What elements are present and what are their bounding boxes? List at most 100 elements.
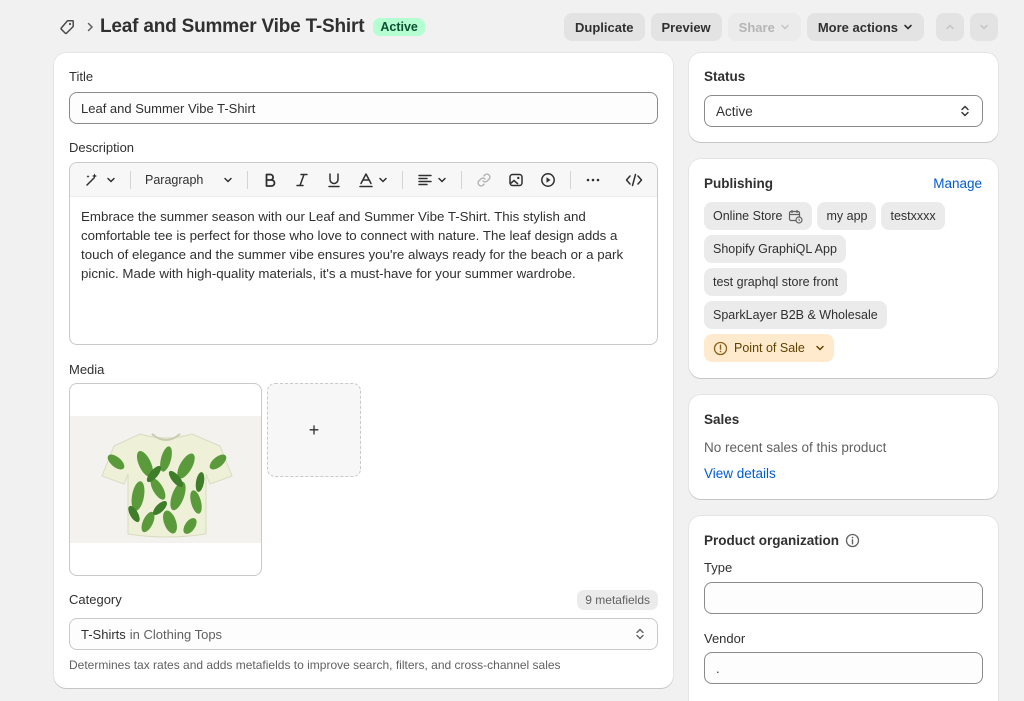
category-value: T-Shirts <box>81 626 126 642</box>
title-input[interactable]: Leaf and Summer Vibe T-Shirt <box>69 92 658 124</box>
header-actions: Duplicate Preview Share More actions <box>564 13 998 41</box>
more-actions-label: More actions <box>817 19 898 35</box>
plus-icon: + <box>308 419 320 440</box>
product-details-card: Title Leaf and Summer Vibe T-Shirt Descr… <box>54 53 673 688</box>
channel-chip[interactable]: SparkLayer B2B & Wholesale <box>704 301 887 329</box>
align-left-icon <box>418 174 432 185</box>
metafields-badge[interactable]: 9 metafields <box>577 590 658 610</box>
select-chevron-icon <box>961 105 969 117</box>
chevron-down-icon <box>107 177 115 183</box>
channel-chip[interactable]: my app <box>817 202 877 230</box>
share-label: Share <box>738 19 775 35</box>
text-color-icon <box>359 172 373 187</box>
vendor-label: Vendor <box>704 631 746 646</box>
paragraph-select[interactable]: Paragraph <box>141 167 237 193</box>
sales-summary: No recent sales of this product <box>704 440 887 455</box>
category-help-text: Determines tax rates and adds metafields… <box>69 658 561 672</box>
calendar-clock-icon <box>789 209 804 224</box>
vendor-input[interactable]: . <box>704 652 983 684</box>
channel-chip[interactable]: Online Store <box>704 202 813 230</box>
media-label: Media <box>69 362 105 377</box>
title-label: Title <box>69 69 94 84</box>
toolbar-divider <box>130 170 131 189</box>
chevron-down-icon <box>904 24 912 30</box>
toolbar-divider <box>461 170 462 189</box>
status-value: Active <box>716 103 753 119</box>
chevron-down-icon <box>816 345 824 351</box>
share-button[interactable]: Share <box>727 13 801 41</box>
underline-icon <box>328 172 340 187</box>
insert-image-button[interactable] <box>504 167 528 193</box>
channel-chip[interactable]: Shopify GraphiQL App <box>704 235 846 263</box>
product-organization-card: Product organization Type Vendor . <box>689 516 998 701</box>
category-parent: in Clothing Tops <box>129 626 223 642</box>
channel-chip[interactable]: testxxxx <box>881 202 945 230</box>
insert-video-button[interactable] <box>536 167 560 193</box>
add-media-button[interactable]: + <box>267 383 361 477</box>
image-icon <box>509 173 523 186</box>
align-button[interactable] <box>413 167 451 193</box>
channel-name: Point of Sale <box>734 341 805 355</box>
magic-sparkle-icon <box>86 173 97 186</box>
status-select[interactable]: Active <box>704 95 983 127</box>
play-circle-icon <box>541 172 555 187</box>
toolbar-divider <box>402 170 403 189</box>
code-icon <box>625 173 643 186</box>
preview-button[interactable]: Preview <box>650 13 722 41</box>
chevron-down-icon <box>781 24 789 30</box>
previous-product-button[interactable] <box>936 13 964 41</box>
more-actions-button[interactable]: More actions <box>806 13 924 41</box>
type-label: Type <box>704 560 733 575</box>
page-header: Leaf and Summer Vibe T-Shirt Active Dupl… <box>56 12 998 42</box>
organization-title: Product organization <box>704 533 839 548</box>
description-label: Description <box>69 140 135 155</box>
sales-card: Sales No recent sales of this product Vi… <box>689 395 998 499</box>
toolbar-divider <box>247 170 248 189</box>
description-text[interactable]: Embrace the summer season with our Leaf … <box>70 197 657 293</box>
sales-title: Sales <box>704 412 740 427</box>
link-button[interactable] <box>472 167 496 193</box>
next-product-button[interactable] <box>970 13 998 41</box>
chevron-down-icon <box>980 24 988 30</box>
chevron-down-icon <box>224 177 232 183</box>
info-icon[interactable] <box>845 533 860 548</box>
status-card: Status Active <box>689 53 998 142</box>
toolbar-divider <box>570 170 571 189</box>
view-details-link[interactable]: View details <box>704 466 776 481</box>
manage-link[interactable]: Manage <box>933 176 982 191</box>
status-title: Status <box>704 69 746 84</box>
channel-chip[interactable]: test graphql store front <box>704 268 848 296</box>
chevron-down-icon <box>379 177 387 183</box>
tag-icon[interactable] <box>56 16 78 38</box>
link-icon <box>477 172 491 187</box>
underline-button[interactable] <box>322 167 346 193</box>
ellipsis-icon <box>586 178 600 181</box>
vendor-value: . <box>716 660 720 676</box>
italic-icon <box>296 173 308 186</box>
ai-magic-button[interactable] <box>80 167 120 193</box>
chevron-down-icon <box>438 177 446 183</box>
sales-channels: Online Store my app testxxxx Shopify Gra… <box>704 202 983 362</box>
type-input[interactable] <box>704 582 983 614</box>
chevron-right-icon <box>82 19 98 35</box>
organization-title-row: Product organization <box>704 533 860 548</box>
bold-button[interactable] <box>258 167 282 193</box>
html-view-button[interactable] <box>621 167 647 193</box>
italic-button[interactable] <box>290 167 314 193</box>
more-formatting-button[interactable] <box>581 167 605 193</box>
alert-circle-icon <box>713 341 728 355</box>
description-editor: Paragraph Embrace the summer season with… <box>69 162 658 345</box>
channel-name: Online Store <box>713 209 783 223</box>
text-color-button[interactable] <box>354 167 392 193</box>
title-input-value: Leaf and Summer Vibe T-Shirt <box>81 100 256 116</box>
publishing-card: Publishing Manage Online Store my app te… <box>689 159 998 378</box>
t-shirt-image <box>70 416 261 543</box>
channel-chip-warning[interactable]: Point of Sale <box>704 334 834 362</box>
editor-toolbar: Paragraph <box>70 163 657 197</box>
chevron-up-icon <box>946 24 954 30</box>
duplicate-button[interactable]: Duplicate <box>564 13 645 41</box>
product-image[interactable] <box>69 383 262 576</box>
category-select[interactable]: T-Shirts in Clothing Tops <box>69 618 658 650</box>
paragraph-label: Paragraph <box>145 172 204 187</box>
bold-icon <box>265 173 276 187</box>
